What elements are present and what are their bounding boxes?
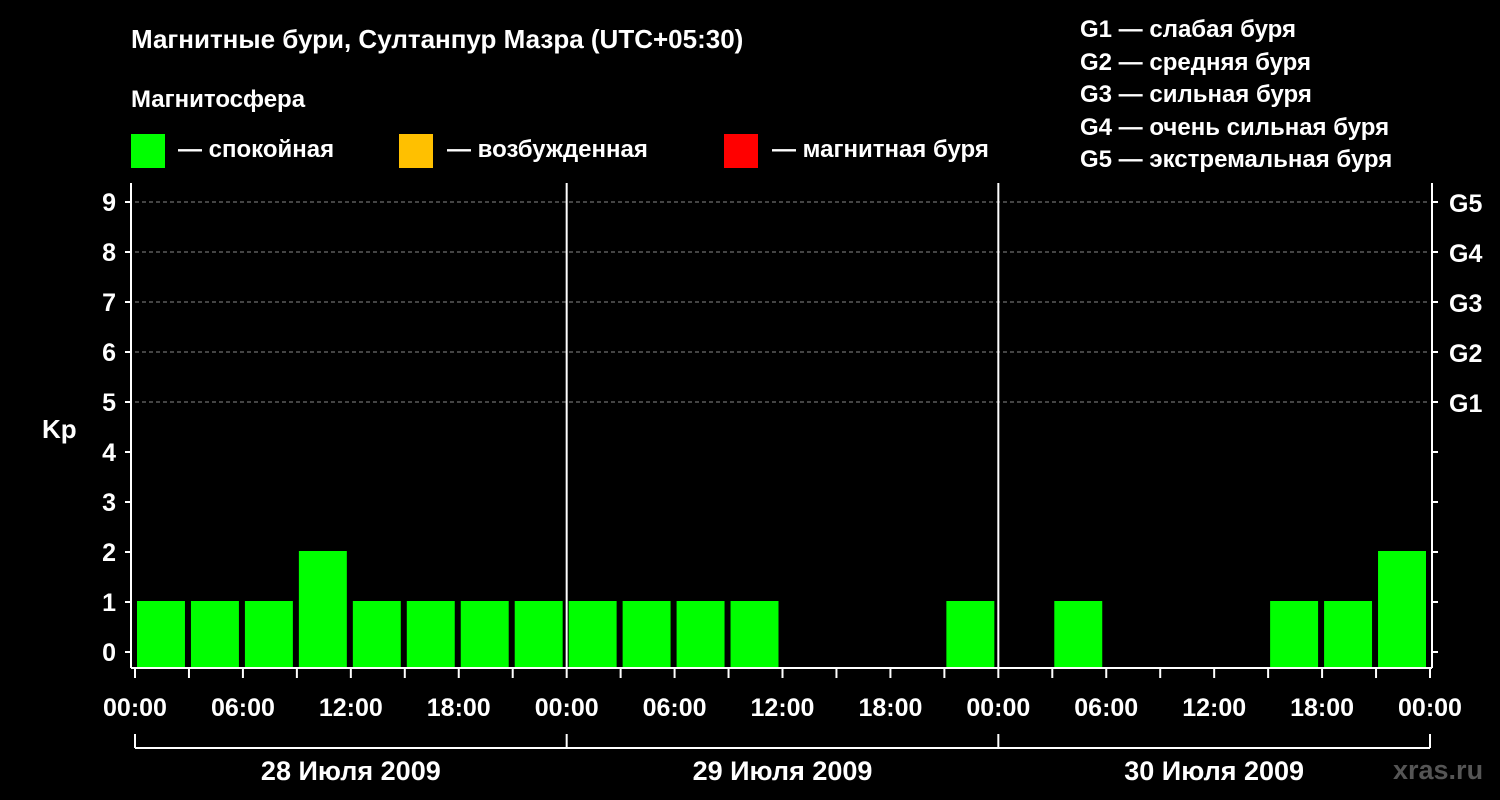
x-tick-label: 18:00: [1290, 694, 1354, 722]
kp-bar: [460, 601, 509, 668]
y-axis-label: Kp: [42, 414, 77, 444]
legend-heading: Магнитосфера: [131, 86, 306, 113]
kp-bar: [1270, 601, 1319, 668]
g-scale-legend: G1 — слабая буря G2 — средняя буря G3 — …: [1080, 14, 1392, 177]
x-tick-label: 06:00: [643, 694, 707, 722]
g-scale-item-g5: G5 — экстремальная буря: [1080, 146, 1393, 173]
kp-bar: [190, 601, 239, 668]
x-tick-label: 12:00: [751, 694, 815, 722]
x-tick-label: 00:00: [1398, 694, 1462, 722]
x-tick-label: 12:00: [1182, 694, 1246, 722]
kp-bar: [1378, 551, 1426, 668]
g-scale-item-g4: G4 — очень сильная буря: [1080, 113, 1390, 141]
x-tick-label: 00:00: [103, 694, 167, 722]
kp-bar: [568, 601, 617, 668]
legend-label-quiet: — спокойная: [178, 136, 335, 163]
g-scale-item-g2: G2 — средняя буря: [1080, 48, 1311, 76]
kp-bar: [352, 601, 401, 668]
kp-bar: [946, 601, 995, 668]
g-level-label: G2: [1449, 340, 1482, 368]
x-tick-label: 00:00: [535, 694, 599, 722]
kp-bar: [622, 601, 671, 668]
g-level-label: G3: [1449, 290, 1482, 318]
kp-bar: [1054, 601, 1103, 668]
g-level-label: G5: [1449, 190, 1482, 218]
kp-bar: [1324, 601, 1373, 668]
x-tick-label: 18:00: [858, 694, 922, 722]
y-tick-label: 0: [102, 639, 116, 667]
g-level-label: G4: [1449, 240, 1482, 268]
kp-bar: [298, 551, 347, 668]
x-tick-label: 06:00: [211, 694, 275, 722]
day-label: 29 Июля 2009: [693, 756, 873, 786]
kp-bar: [730, 601, 779, 668]
day-label: 30 Июля 2009: [1124, 756, 1304, 786]
y-tick-label: 1: [102, 589, 116, 617]
legend-swatch-unsettled: [399, 134, 433, 168]
y-tick-label: 7: [102, 289, 116, 317]
y-tick-label: 9: [102, 189, 116, 217]
chart-title: Магнитные бури, Султанпур Мазра (UTC+05:…: [131, 24, 744, 54]
kp-bar: [676, 601, 725, 668]
legend-label-unsettled: — возбужденная: [447, 136, 648, 163]
y-tick-label: 8: [102, 239, 116, 267]
kp-bar: [514, 601, 563, 668]
legend-label-storm: — магнитная буря: [772, 136, 989, 163]
g-scale-item-g1: G1 — слабая буря: [1080, 16, 1297, 43]
y-tick-label: 4: [102, 439, 116, 467]
x-tick-label: 06:00: [1074, 694, 1138, 722]
kp-bar: [137, 601, 185, 668]
x-tick-label: 18:00: [427, 694, 491, 722]
watermark: xras.ru: [1393, 755, 1484, 785]
legend-swatch-storm: [724, 134, 758, 168]
kp-bar: [406, 601, 455, 668]
y-tick-label: 2: [102, 539, 116, 567]
kp-bar: [244, 601, 293, 668]
g-scale-item-g3: G3 — сильная буря: [1080, 81, 1312, 108]
g-level-label: G1: [1449, 390, 1482, 418]
y-tick-label: 5: [102, 389, 116, 417]
day-label: 28 Июля 2009: [261, 756, 441, 786]
y-tick-label: 3: [102, 489, 116, 517]
x-tick-label: 12:00: [319, 694, 383, 722]
x-tick-label: 00:00: [966, 694, 1030, 722]
legend-swatch-quiet: [131, 134, 165, 168]
y-tick-label: 6: [102, 339, 116, 367]
